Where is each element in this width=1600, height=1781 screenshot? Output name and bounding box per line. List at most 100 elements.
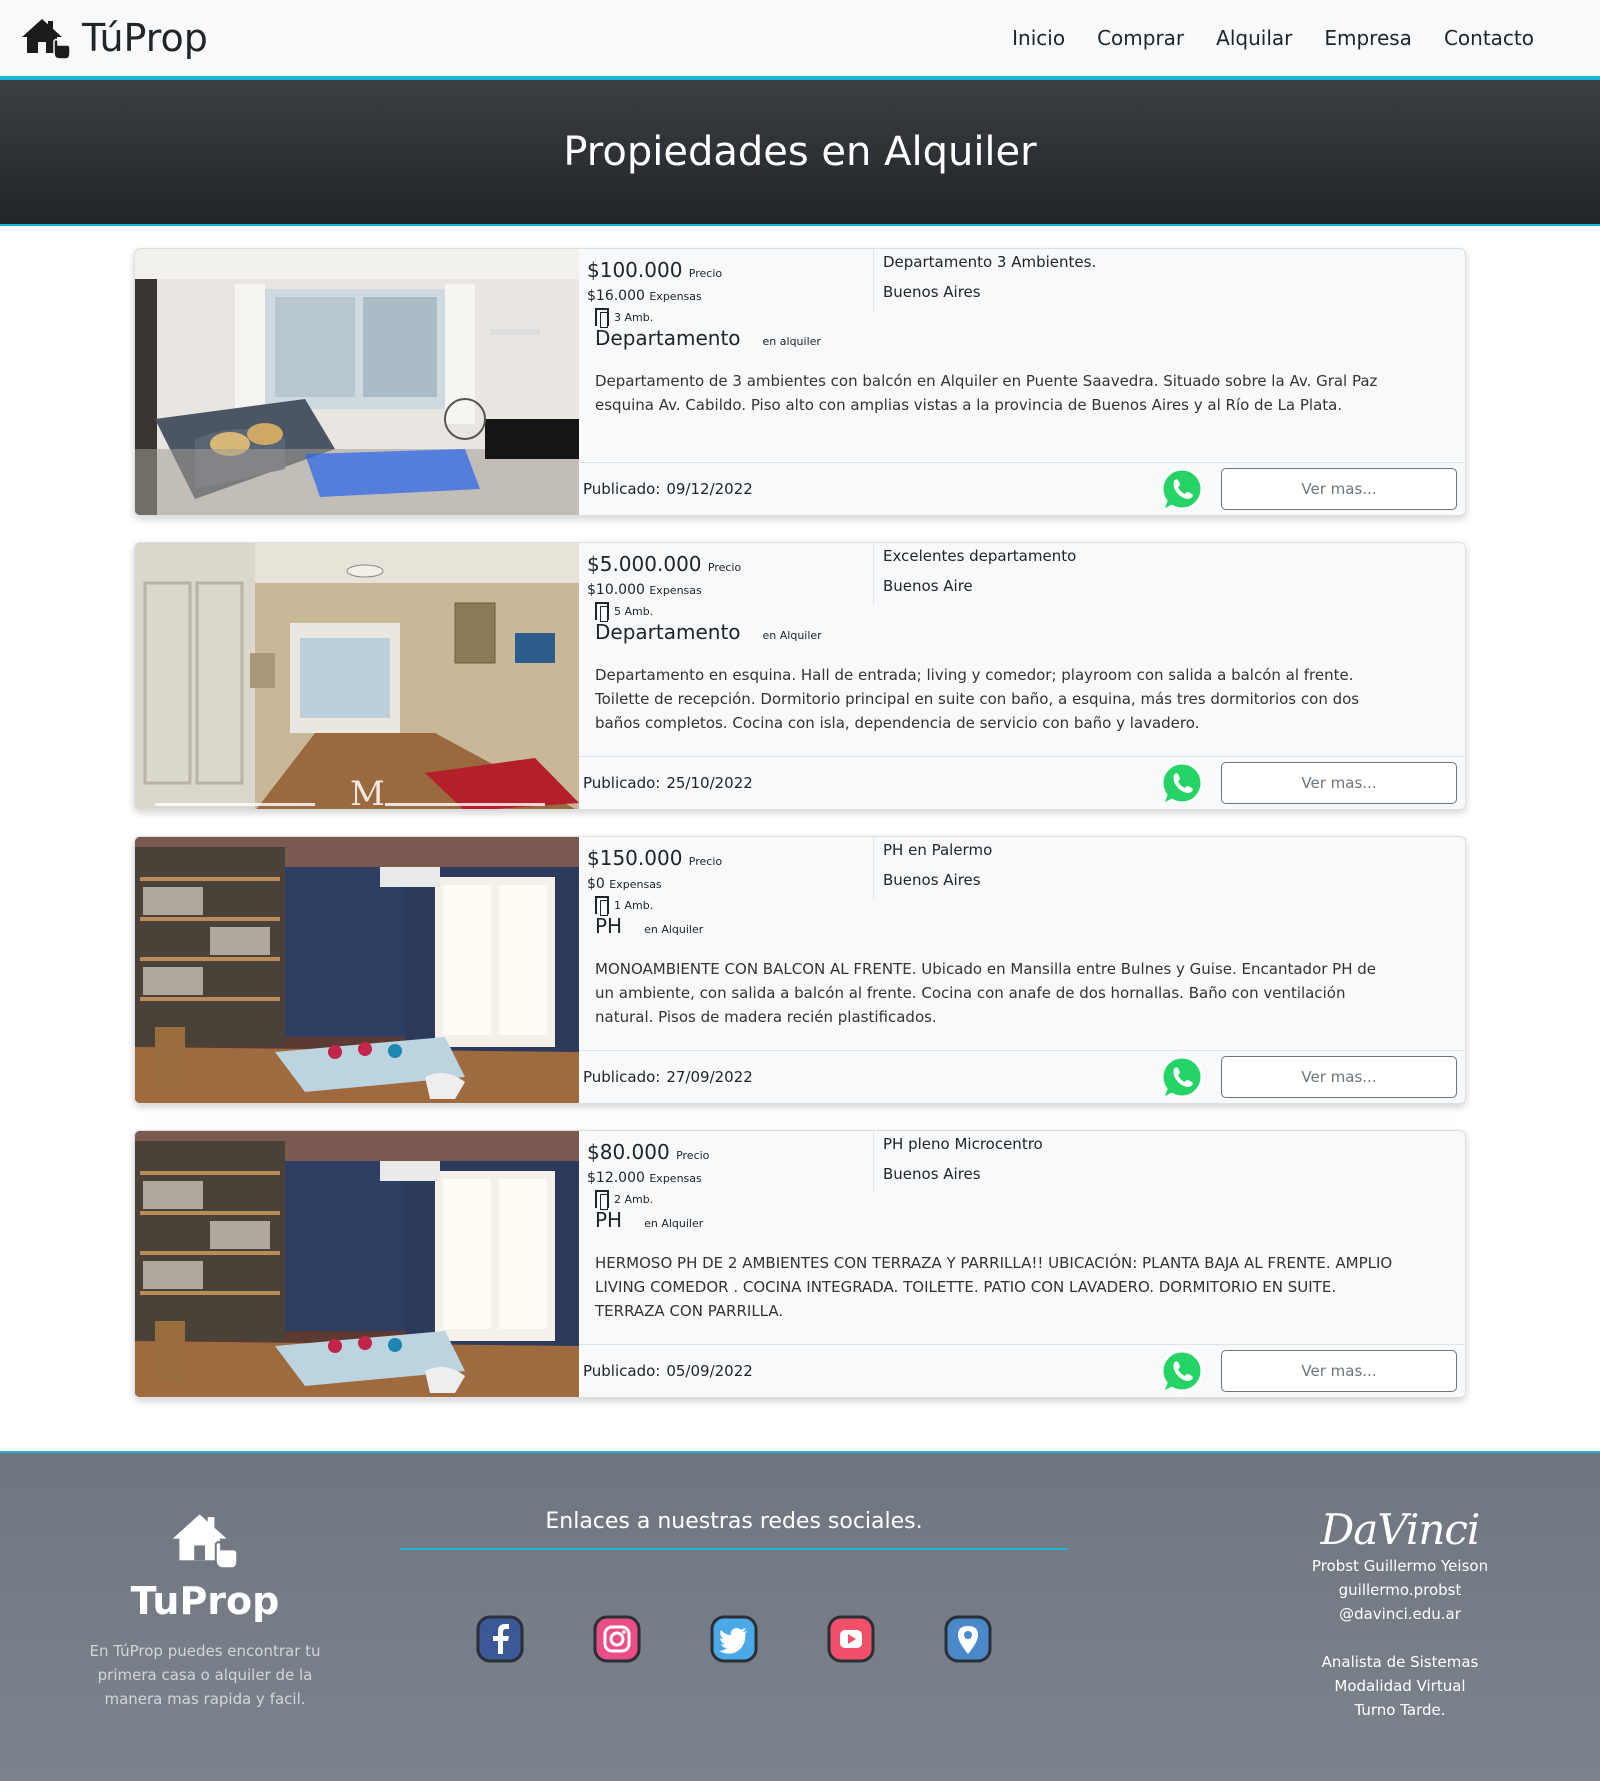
footer-description: En TúProp puedes encontrar tu primera ca… [89,1642,321,1708]
listing-published: Publicado: 27/09/2022 [583,1068,753,1086]
location-icon[interactable] [943,1614,993,1664]
listing-price: $80.000 Precio [587,1140,710,1164]
listing-info: $100.000 Precio $16.000 Expensas 3 Amb. … [579,249,874,350]
listing-body: $150.000 Precio $0 Expensas 1 Amb. PH en … [579,837,1465,1103]
listing-operation: en Alquiler [762,629,822,642]
author-email[interactable]: guillermo.probst @davinci.edu.ar [1276,1578,1524,1626]
listing-location: Buenos Aires [883,1165,981,1183]
footer: TuProp En TúProp puedes encontrar tu pri… [0,1451,1600,1781]
listing-footer: Publicado: 27/09/2022 Ver mas... [579,1050,1465,1103]
brand-name: TúProp [82,16,208,60]
modality: Modalidad Virtual [1334,1677,1466,1695]
brand-logo[interactable]: TúProp [20,15,208,61]
nav-comprar[interactable]: Comprar [1097,26,1184,50]
facebook-icon[interactable] [475,1614,525,1664]
page-title: Propiedades en Alquiler [563,129,1037,175]
youtube-icon[interactable] [826,1614,876,1664]
ver-mas-button[interactable]: Ver mas... [1221,762,1457,804]
whatsapp-icon[interactable] [1159,1348,1205,1394]
listing-price: $100.000 Precio [587,258,723,282]
whatsapp-icon[interactable] [1159,1054,1205,1100]
ver-mas-button[interactable]: Ver mas... [1221,1350,1457,1392]
listing-description: Departamento de 3 ambientes con balcón e… [595,372,1378,414]
listing-location: Buenos Aires [883,871,981,889]
listing-info: $150.000 Precio $0 Expensas 1 Amb. PH en … [579,837,874,938]
listing-operation: en alquiler [762,335,821,348]
hallway-photo: M [135,543,579,810]
career: Analista de Sistemas [1321,1653,1479,1671]
nav-contacto[interactable]: Contacto [1444,26,1534,50]
listing-info: $5.000.000 Precio $10.000 Expensas 5 Amb… [579,543,874,644]
listing-operation: en Alquiler [644,923,704,936]
listing-type: Departamento [595,620,741,644]
door-icon [595,308,609,328]
listing-type: Departamento [595,326,741,350]
listing-type: PH [595,1208,623,1232]
door-icon [595,602,609,622]
house-hand-icon [22,19,71,60]
listing-expensas: $10.000 Expensas [587,582,702,598]
listing-ambientes: 2 Amb. [595,1190,873,1210]
ph-living-photo [135,1131,579,1397]
listing-footer: Publicado: 25/10/2022 Ver mas... [579,756,1465,809]
listing-price: $150.000 Precio [587,846,723,870]
hero-banner: Propiedades en Alquiler [0,80,1600,226]
listing-ambientes: 5 Amb. [595,602,873,622]
listing-body: $100.000 Precio $16.000 Expensas 3 Amb. … [579,249,1465,515]
listing-title: Excelentes departamento [883,547,1077,565]
listing-ambientes: 3 Amb. [595,308,873,328]
listing-side: Departamento 3 Ambientes. Buenos Aires [874,249,1096,462]
listing-published: Publicado: 05/09/2022 [583,1362,753,1380]
whatsapp-icon[interactable] [1159,466,1205,512]
author-name: Probst Guillermo Yeison [1311,1557,1489,1575]
house-hand-icon [172,1514,239,1570]
davinci-logo: DaVinci [1320,1505,1481,1554]
listing-footer: Publicado: 09/12/2022 Ver mas... [579,462,1465,515]
listings: $100.000 Precio $16.000 Expensas 3 Amb. … [134,248,1466,1398]
listing-body: $5.000.000 Precio $10.000 Expensas 5 Amb… [579,543,1465,809]
listing-body: $80.000 Precio $12.000 Expensas 2 Amb. P… [579,1131,1465,1397]
social-title: Enlaces a nuestras redes sociales. [400,1509,1068,1550]
twitter-icon[interactable] [709,1614,759,1664]
listing-price: $5.000.000 Precio [587,552,742,576]
listing-expensas: $12.000 Expensas [587,1170,702,1186]
listing-published: Publicado: 09/12/2022 [583,480,753,498]
listing-title: PH en Palermo [883,841,993,859]
footer-social-block: Enlaces a nuestras redes sociales. [400,1509,1068,1664]
listing-photo[interactable]: M [135,543,579,810]
ph-living-photo [135,837,579,1103]
svg-text:M: M [350,774,385,810]
listing-card: M $5.000.000 Precio $10.000 Expensas 5 A… [134,542,1466,810]
door-icon [595,1190,609,1210]
footer-author-block: DaVinci Probst Guillermo Yeison guillerm… [1276,1505,1524,1722]
nav-empresa[interactable]: Empresa [1324,26,1412,50]
listing-description: Departamento en esquina. Hall de entrada… [595,666,1360,732]
listing-expensas: $16.000 Expensas [587,288,702,304]
listing-card: $150.000 Precio $0 Expensas 1 Amb. PH en … [134,836,1466,1104]
listing-description: HERMOSO PH DE 2 AMBIENTES CON TERRAZA Y … [595,1254,1393,1320]
shift: Turno Tarde. [1354,1701,1446,1719]
listing-info: $80.000 Precio $12.000 Expensas 2 Amb. P… [579,1131,874,1232]
listing-title: PH pleno Microcentro [883,1135,1043,1153]
social-links [435,1614,1033,1664]
listing-type: PH [595,914,623,938]
listing-card: $80.000 Precio $12.000 Expensas 2 Amb. P… [134,1130,1466,1398]
listing-expensas: $0 Expensas [587,876,662,892]
listing-photo[interactable] [135,837,579,1103]
listing-footer: Publicado: 05/09/2022 Ver mas... [579,1344,1465,1397]
ver-mas-button[interactable]: Ver mas... [1221,1056,1457,1098]
listing-photo[interactable] [135,1131,579,1397]
listing-photo[interactable] [135,249,579,515]
nav-inicio[interactable]: Inicio [1012,26,1065,50]
listing-ambientes: 1 Amb. [595,896,873,916]
listing-published: Publicado: 25/10/2022 [583,774,753,792]
whatsapp-icon[interactable] [1159,760,1205,806]
navbar: TúProp Inicio Comprar Alquilar Empresa C… [0,0,1600,80]
door-icon [595,896,609,916]
instagram-icon[interactable] [592,1614,642,1664]
footer-brand-name: TuProp [130,1579,280,1623]
listing-operation: en Alquiler [644,1217,704,1230]
nav-alquilar[interactable]: Alquilar [1216,26,1292,50]
listing-location: Buenos Aires [883,283,981,301]
ver-mas-button[interactable]: Ver mas... [1221,468,1457,510]
